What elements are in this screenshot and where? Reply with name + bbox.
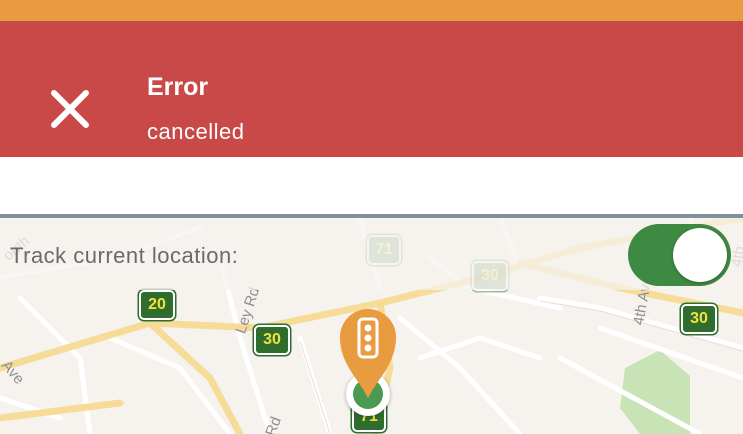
track-location-toggle[interactable] [628, 224, 731, 286]
route-shield: 30 [254, 325, 290, 355]
track-location-label: Track current location: [10, 243, 239, 268]
content-panel [0, 157, 743, 214]
route-shield: 20 [139, 290, 175, 320]
traffic-light-icon[interactable] [336, 304, 400, 400]
toast-title: Error [147, 73, 209, 101]
close-icon[interactable] [48, 87, 92, 131]
error-toast: Error cancelled [0, 21, 743, 157]
toggle-knob [673, 228, 727, 282]
route-shield: 30 [681, 304, 717, 334]
toast-message: cancelled [147, 119, 245, 144]
